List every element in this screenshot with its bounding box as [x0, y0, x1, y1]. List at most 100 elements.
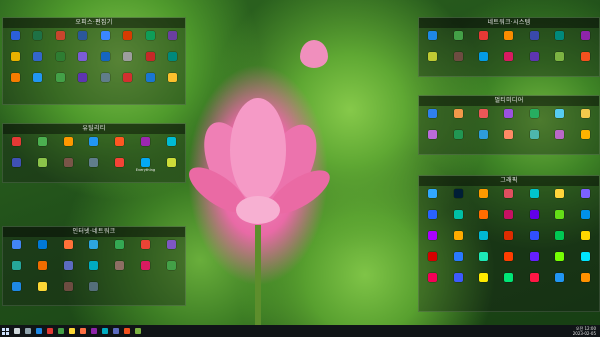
desktop-shortcut[interactable]: [133, 136, 159, 156]
desktop-shortcut[interactable]: [30, 136, 56, 156]
desktop-shortcut[interactable]: [573, 108, 598, 128]
taskbar-app-button[interactable]: [22, 326, 33, 337]
desktop-shortcut[interactable]: [471, 188, 496, 208]
desktop-shortcut[interactable]: [573, 51, 598, 71]
desktop-shortcut[interactable]: [522, 209, 547, 229]
desktop-shortcut[interactable]: [496, 129, 521, 149]
taskbar-app-button[interactable]: [66, 326, 77, 337]
taskbar-app-button[interactable]: [33, 326, 44, 337]
desktop-shortcut[interactable]: [445, 129, 470, 149]
desktop-shortcut[interactable]: [158, 157, 184, 177]
desktop-shortcut[interactable]: [72, 30, 95, 50]
desktop-shortcut[interactable]: [522, 188, 547, 208]
taskbar-app-button[interactable]: [99, 326, 110, 337]
taskbar-app-button[interactable]: [44, 326, 55, 337]
desktop-shortcut[interactable]: [445, 30, 470, 50]
desktop-shortcut[interactable]: [4, 51, 27, 71]
fence-title[interactable]: 인터넷·네트워크: [3, 227, 185, 237]
desktop-shortcut[interactable]: [445, 108, 470, 128]
taskbar-clock[interactable]: 오전 12:00 2023-02-05: [573, 326, 596, 336]
desktop-shortcut[interactable]: Everything: [133, 157, 159, 177]
desktop-shortcut[interactable]: [158, 136, 184, 156]
desktop-shortcut[interactable]: [547, 272, 572, 292]
desktop-shortcut[interactable]: [547, 251, 572, 271]
desktop-shortcut[interactable]: [81, 260, 107, 280]
desktop-shortcut[interactable]: [107, 260, 133, 280]
desktop-shortcut[interactable]: [30, 260, 56, 280]
fence-title[interactable]: 오피스·편집기: [3, 18, 185, 28]
desktop-shortcut[interactable]: [117, 51, 140, 71]
desktop-shortcut[interactable]: [4, 239, 30, 259]
desktop-shortcut[interactable]: [496, 230, 521, 250]
desktop-shortcut[interactable]: [471, 230, 496, 250]
desktop-shortcut[interactable]: [496, 209, 521, 229]
desktop-shortcut[interactable]: [49, 30, 72, 50]
desktop-shortcut[interactable]: [107, 157, 133, 177]
desktop-shortcut[interactable]: [496, 108, 521, 128]
desktop-shortcut[interactable]: [547, 230, 572, 250]
fence-title[interactable]: 유틸리티: [3, 124, 185, 134]
desktop-shortcut[interactable]: [55, 281, 81, 301]
desktop-shortcut[interactable]: [117, 72, 140, 92]
desktop-shortcut[interactable]: [471, 108, 496, 128]
desktop-shortcut[interactable]: [139, 51, 162, 71]
desktop-shortcut[interactable]: [94, 30, 117, 50]
taskbar-app-button[interactable]: [11, 326, 22, 337]
taskbar-app-button[interactable]: [110, 326, 121, 337]
desktop-shortcut[interactable]: [522, 108, 547, 128]
desktop-shortcut[interactable]: [420, 188, 445, 208]
desktop-shortcut[interactable]: [49, 51, 72, 71]
desktop-shortcut[interactable]: [471, 129, 496, 149]
desktop-shortcut[interactable]: [496, 251, 521, 271]
desktop-shortcut[interactable]: [573, 230, 598, 250]
desktop-shortcut[interactable]: [547, 209, 572, 229]
desktop-shortcut[interactable]: [81, 136, 107, 156]
desktop-shortcut[interactable]: [55, 157, 81, 177]
desktop-shortcut[interactable]: [522, 230, 547, 250]
desktop-shortcut[interactable]: [522, 251, 547, 271]
desktop-shortcut[interactable]: [133, 260, 159, 280]
fence-internet-network[interactable]: 인터넷·네트워크: [2, 226, 186, 306]
desktop-shortcut[interactable]: [49, 72, 72, 92]
desktop-shortcut[interactable]: [471, 251, 496, 271]
desktop-shortcut[interactable]: [445, 251, 470, 271]
desktop-shortcut[interactable]: [420, 272, 445, 292]
desktop-shortcut[interactable]: [496, 188, 521, 208]
desktop-shortcut[interactable]: [573, 272, 598, 292]
desktop-shortcut[interactable]: [27, 51, 50, 71]
desktop-shortcut[interactable]: [420, 251, 445, 271]
desktop-shortcut[interactable]: [420, 129, 445, 149]
desktop-shortcut[interactable]: [94, 51, 117, 71]
desktop-shortcut[interactable]: [162, 72, 185, 92]
desktop-shortcut[interactable]: [547, 188, 572, 208]
fence-documents-editing[interactable]: 오피스·편집기: [2, 17, 186, 105]
fence-utilities[interactable]: 유틸리티 Everything: [2, 123, 186, 183]
fence-graphics[interactable]: 그래픽: [418, 175, 600, 312]
desktop-shortcut[interactable]: [420, 230, 445, 250]
fence-multimedia[interactable]: 멀티미디어: [418, 95, 600, 155]
desktop-shortcut[interactable]: [4, 136, 30, 156]
desktop-shortcut[interactable]: [445, 272, 470, 292]
desktop-shortcut[interactable]: [471, 51, 496, 71]
desktop-shortcut[interactable]: [117, 30, 140, 50]
desktop-shortcut[interactable]: [139, 72, 162, 92]
desktop-shortcut[interactable]: [420, 209, 445, 229]
desktop-shortcut[interactable]: [445, 51, 470, 71]
desktop-shortcut[interactable]: [445, 209, 470, 229]
desktop-shortcut[interactable]: [72, 72, 95, 92]
desktop-shortcut[interactable]: [81, 157, 107, 177]
taskbar-app-button[interactable]: [88, 326, 99, 337]
desktop-shortcut[interactable]: [547, 51, 572, 71]
desktop-shortcut[interactable]: [139, 30, 162, 50]
desktop-shortcut[interactable]: [496, 272, 521, 292]
desktop-shortcut[interactable]: [158, 239, 184, 259]
desktop-shortcut[interactable]: [107, 239, 133, 259]
desktop-shortcut[interactable]: [158, 260, 184, 280]
desktop-shortcut[interactable]: [496, 30, 521, 50]
desktop-shortcut[interactable]: [107, 136, 133, 156]
desktop-shortcut[interactable]: [547, 129, 572, 149]
desktop-shortcut[interactable]: [162, 30, 185, 50]
desktop-shortcut[interactable]: [81, 281, 107, 301]
desktop-shortcut[interactable]: [573, 251, 598, 271]
fence-title[interactable]: 네트워크·시스템: [419, 18, 599, 28]
